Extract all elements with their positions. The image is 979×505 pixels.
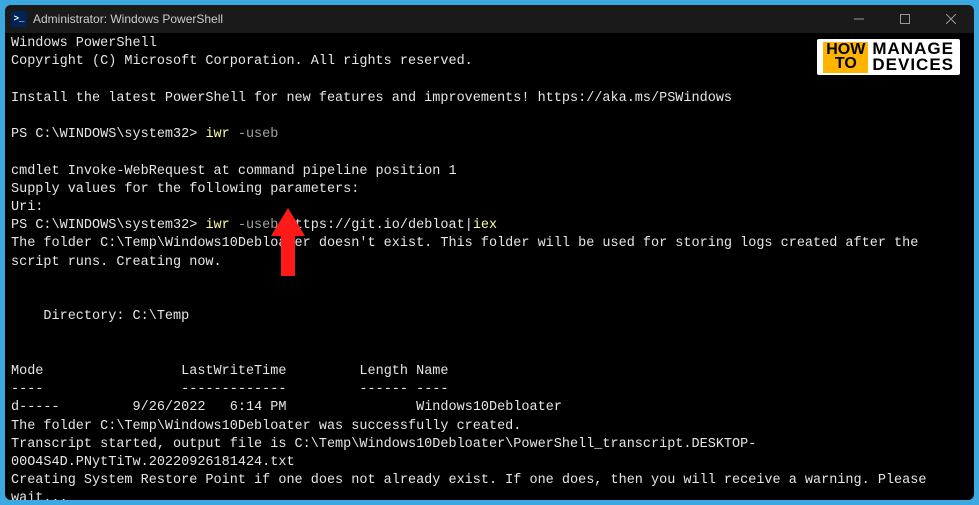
prompt-ps: PS bbox=[11, 218, 35, 233]
command: iwr bbox=[205, 127, 237, 142]
window-controls bbox=[836, 5, 974, 33]
output-line: The folder C:\Temp\Windows10Debloater do… bbox=[11, 236, 926, 269]
output-line: cmdlet Invoke-WebRequest at command pipe… bbox=[11, 164, 457, 179]
command-flag: -useb bbox=[238, 218, 287, 233]
command: iwr bbox=[205, 218, 237, 233]
table-row: d----- 9/26/2022 6:14 PM Windows10Debloa… bbox=[11, 400, 562, 415]
command: iex bbox=[473, 218, 497, 233]
output-line: Uri: bbox=[11, 200, 43, 215]
close-button[interactable] bbox=[928, 5, 974, 33]
powershell-window: >_ Administrator: Windows PowerShell Win… bbox=[5, 5, 974, 500]
maximize-button[interactable] bbox=[882, 5, 928, 33]
titlebar[interactable]: >_ Administrator: Windows PowerShell bbox=[5, 5, 974, 33]
table-header-underline: ---- ------------- ------ ---- bbox=[11, 382, 449, 397]
output-line: Install the latest PowerShell for new fe… bbox=[11, 91, 732, 106]
prompt-ps: PS bbox=[11, 127, 35, 142]
window-title: Administrator: Windows PowerShell bbox=[33, 12, 223, 26]
table-header: Mode LastWriteTime Length Name bbox=[11, 364, 449, 379]
pipe: | bbox=[465, 218, 473, 233]
logo-text: MANAGE DEVICES bbox=[872, 41, 954, 73]
logo-badge: HOW TO MANAGE DEVICES bbox=[815, 37, 962, 77]
minimize-button[interactable] bbox=[836, 5, 882, 33]
command-flag: -useb bbox=[238, 127, 279, 142]
output-line: Supply values for the following paramete… bbox=[11, 182, 359, 197]
powershell-icon: >_ bbox=[11, 11, 27, 27]
prompt-path: C:\WINDOWS\system32> bbox=[35, 127, 205, 142]
terminal-output[interactable]: Windows PowerShell Copyright (C) Microso… bbox=[5, 33, 974, 500]
output-line: The folder C:\Temp\Windows10Debloater wa… bbox=[11, 419, 521, 434]
output-line: Transcript started, output file is C:\Te… bbox=[11, 437, 756, 470]
logo-how-to: HOW TO bbox=[823, 42, 868, 73]
command-url: https://git.io/debloat bbox=[286, 218, 464, 233]
output-line: Copyright (C) Microsoft Corporation. All… bbox=[11, 54, 473, 69]
prompt-path: C:\WINDOWS\system32> bbox=[35, 218, 205, 233]
titlebar-left: >_ Administrator: Windows PowerShell bbox=[11, 11, 223, 27]
output-line: Creating System Restore Point if one doe… bbox=[11, 473, 935, 500]
output-line: Windows PowerShell bbox=[11, 36, 157, 51]
directory-label: Directory: C:\Temp bbox=[11, 309, 189, 324]
